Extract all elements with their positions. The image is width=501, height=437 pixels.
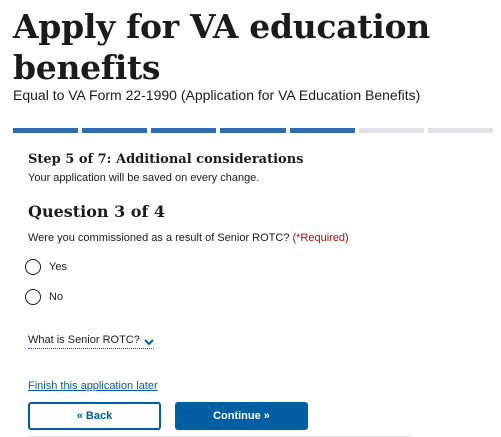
autosave-note: Your application will be saved on every … — [28, 172, 260, 184]
progress-segment-1 — [13, 128, 79, 133]
progress-segment-5 — [289, 128, 355, 133]
question-title: Question 3 of 4 — [28, 202, 166, 221]
progress-segment-6 — [358, 128, 424, 133]
step-title: Step 5 of 7: Additional considerations — [28, 152, 304, 167]
radio-option-no[interactable]: No — [25, 289, 63, 305]
radio-option-yes[interactable]: Yes — [25, 259, 67, 275]
expander-label[interactable]: What is Senior ROTC? — [28, 333, 140, 347]
page-subtitle: Equal to VA Form 22-1990 (Application fo… — [13, 87, 421, 103]
progress-segment-2 — [82, 128, 148, 133]
question-label: Were you commissioned as a result of Sen… — [28, 232, 290, 244]
radio-label-yes[interactable]: Yes — [49, 260, 67, 274]
progress-bar — [13, 128, 493, 133]
progress-segment-4 — [220, 128, 286, 133]
question-prompt: Were you commissioned as a result of Sen… — [28, 231, 349, 245]
radio-button-yes[interactable] — [25, 259, 41, 275]
chevron-down-icon[interactable] — [144, 336, 154, 346]
senior-rotc-expander[interactable]: What is Senior ROTC? — [28, 333, 154, 349]
radio-label-no[interactable]: No — [49, 290, 63, 304]
radio-button-no[interactable] — [25, 289, 41, 305]
progress-segment-7 — [427, 128, 493, 133]
progress-segment-3 — [151, 128, 217, 133]
finish-later-link[interactable]: Finish this application later — [28, 379, 158, 393]
continue-button[interactable]: Continue » — [175, 402, 308, 430]
back-button[interactable]: « Back — [28, 402, 161, 430]
required-marker: (*Required) — [292, 232, 349, 244]
page-title: Apply for VA education benefits — [13, 7, 430, 87]
